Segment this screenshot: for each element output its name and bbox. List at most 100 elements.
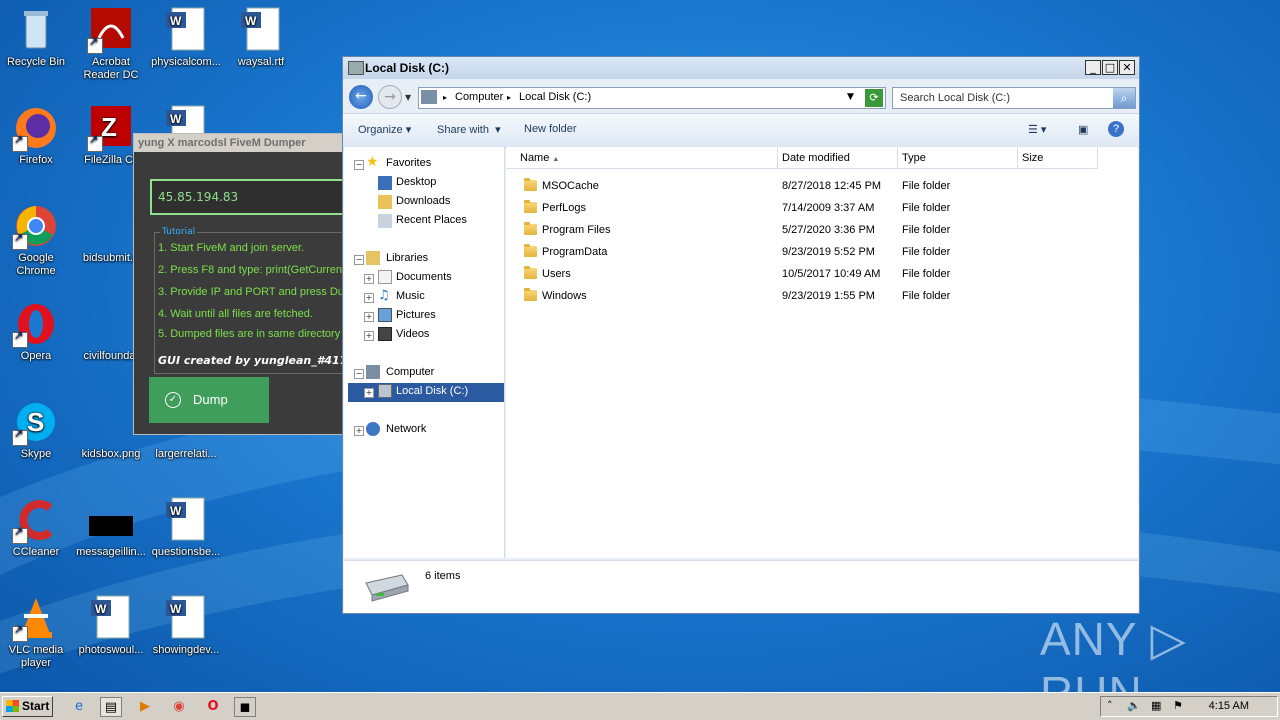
column-name[interactable]: Name ▲ [506,147,778,169]
dumper-taskbar-icon[interactable]: ◼ [234,697,256,717]
collapse-icon[interactable]: − [354,255,364,265]
desktop-icon-physicalcom[interactable]: W physicalcom... [150,6,222,69]
address-dropdown-icon[interactable]: ▼ [847,92,854,102]
network-tray-icon[interactable]: ▦ [1151,699,1161,712]
table-row[interactable]: PerfLogs 7/14/2009 3:37 AM File folder [506,197,1138,219]
table-row[interactable]: Windows 9/23/2019 1:55 PM File folder [506,285,1138,307]
new-folder-button[interactable]: New folder [524,123,577,135]
nav-documents[interactable]: Documents [396,271,452,283]
close-button[interactable]: ✕ [1119,60,1135,75]
nav-favorites[interactable]: Favorites [386,157,431,169]
shortcut-arrow-icon [12,624,28,642]
desktop-icon-recycle-bin[interactable]: Recycle Bin [0,6,72,69]
action-center-flag-icon[interactable]: ⚑ [1173,699,1183,712]
nav-local-disk[interactable]: Local Disk (C:) [396,385,468,397]
desktop-icon-skype[interactable]: S Skype [0,398,72,461]
dumper-title[interactable]: yung X marcodsl FiveM Dumper [134,134,349,152]
column-date[interactable]: Date modified [778,147,898,169]
column-size[interactable]: Size [1018,147,1098,169]
desktop-icon-questionsbe[interactable]: W questionsbe... [150,496,222,559]
folder-icon [524,244,537,257]
image-file-icon [87,496,135,544]
collapse-icon[interactable]: − [354,369,364,379]
nav-music[interactable]: Music [396,290,425,302]
computer-icon [421,90,437,104]
expand-icon[interactable]: + [364,388,374,398]
breadcrumb-computer[interactable]: Computer [455,91,503,103]
address-row: ← → ▼ ▸ Computer ▸ Local Disk (C:) ▼ ⟳ S… [343,79,1139,113]
share-with-button[interactable]: Share with ▾ [437,123,501,136]
search-input[interactable]: Search Local Disk (C:) ⌕ [892,87,1136,109]
check-circle-icon: ✓ [165,391,181,408]
nav-desktop[interactable]: Desktop [396,176,436,188]
chrome-taskbar-icon[interactable]: ◉ [168,697,190,717]
music-note-icon: ♫ [378,288,390,303]
shortcut-arrow-icon [12,134,28,152]
expand-icon[interactable]: + [364,293,374,303]
table-row[interactable]: MSOCache 8/27/2018 12:45 PM File folder [506,175,1138,197]
word-document-icon: W [162,594,210,642]
expand-icon[interactable]: + [364,274,374,284]
nav-libraries[interactable]: Libraries [386,252,428,264]
desktop-icon-vlc[interactable]: VLC media player [0,594,72,670]
media-player-icon[interactable]: ▶ [134,697,156,717]
file-icon [87,202,135,250]
desktop-icon-firefox[interactable]: Firefox [0,104,72,167]
recent-pages-chevron-icon[interactable]: ▼ [405,93,411,102]
svg-text:S: S [27,407,44,437]
dump-button[interactable]: ✓ Dump [149,377,269,423]
nav-videos[interactable]: Videos [396,328,429,340]
internet-explorer-icon[interactable]: e [68,697,90,717]
recycle-bin-icon [12,6,60,54]
opera-taskbar-icon[interactable]: O [202,697,224,717]
desktop-icon-acrobat[interactable]: Acrobat Reader DC [75,6,147,82]
minimize-button[interactable]: _ [1085,60,1101,75]
desktop-icon-photoswoul[interactable]: W photoswoul... [75,594,147,657]
address-bar[interactable]: ▸ Computer ▸ Local Disk (C:) ▼ ⟳ [418,87,886,109]
desktop-icon-ccleaner[interactable]: CCleaner [0,496,72,559]
organize-button[interactable]: Organize ▾ [358,123,411,136]
nav-pictures[interactable]: Pictures [396,309,436,321]
view-options-icon[interactable]: ☰ ▾ [1028,123,1046,136]
explorer-titlebar[interactable]: Local Disk (C:) _ □ ✕ [343,57,1139,79]
preview-pane-icon[interactable]: ▣ [1078,123,1088,136]
folder-icon [524,288,537,301]
search-icon[interactable]: ⌕ [1113,88,1135,108]
breadcrumb-local-disk[interactable]: Local Disk (C:) [519,91,591,103]
refresh-icon[interactable]: ⟳ [865,89,883,107]
desktop-icon-messageillin[interactable]: messageillin... [75,496,147,559]
show-hidden-icons-chevron[interactable]: ˄ [1107,699,1113,712]
breadcrumb-separator-icon: ▸ [507,93,512,102]
clock[interactable]: 4:15 AM [1209,700,1249,712]
desktop-icon-showingdev[interactable]: W showingdev... [150,594,222,657]
expand-icon[interactable]: + [354,426,364,436]
back-arrow-icon[interactable]: ← [349,85,373,109]
desktop-icon-opera[interactable]: Opera [0,300,72,363]
ip-input[interactable]: 45.85.194.83 [150,179,349,215]
desktop-icon-waysal[interactable]: W waysal.rtf [225,6,297,69]
help-icon[interactable]: ? [1108,121,1124,137]
item-count: 6 items [425,570,461,582]
volume-icon[interactable]: 🔈 [1127,699,1141,712]
table-row[interactable]: Users 10/5/2017 10:49 AM File folder [506,263,1138,285]
explorer-window[interactable]: Local Disk (C:) _ □ ✕ ← → ▼ ▸ Computer ▸… [342,56,1140,614]
svg-text:W: W [170,14,182,28]
table-row[interactable]: Program Files 5/27/2020 3:36 PM File fol… [506,219,1138,241]
shortcut-arrow-icon [12,428,28,446]
desktop-icon-chrome[interactable]: Google Chrome [0,202,72,278]
expand-icon[interactable]: + [364,312,374,322]
maximize-button[interactable]: □ [1102,60,1118,75]
explorer-taskbar-icon[interactable]: ▤ [100,697,122,717]
column-type[interactable]: Type [898,147,1018,169]
forward-arrow-icon[interactable]: → [378,85,402,109]
nav-downloads[interactable]: Downloads [396,195,450,207]
collapse-icon[interactable]: − [354,160,364,170]
nav-computer[interactable]: Computer [386,366,434,378]
libraries-icon [366,251,380,265]
table-row[interactable]: ProgramData 9/23/2019 5:52 PM File folde… [506,241,1138,263]
nav-network[interactable]: Network [386,423,426,435]
fivem-dumper-window[interactable]: yung X marcodsl FiveM Dumper 45.85.194.8… [133,133,350,435]
nav-recent-places[interactable]: Recent Places [396,214,467,226]
start-button[interactable]: Start [2,696,53,717]
expand-icon[interactable]: + [364,331,374,341]
